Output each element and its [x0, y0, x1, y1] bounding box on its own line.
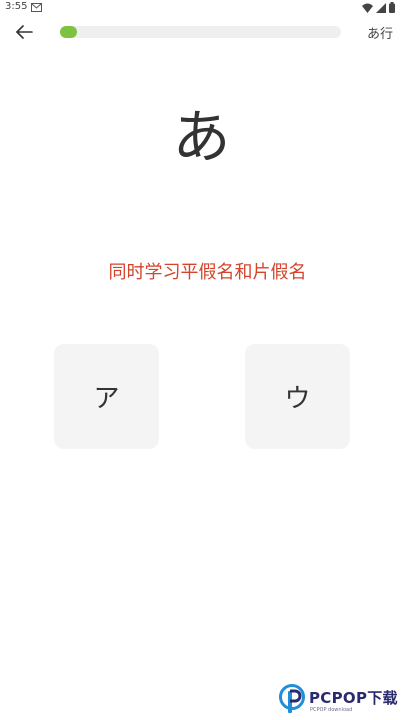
- app-screen: 3:55 あ行 あ 同时学习平假名和片假名 ア ウ PCPOP下载 PCPOP …: [0, 0, 403, 720]
- row-select-button[interactable]: あ行: [367, 23, 393, 42]
- answer-option-2[interactable]: ウ: [245, 344, 350, 449]
- pcpop-watermark: PCPOP下载 PCPOP download: [279, 683, 403, 720]
- status-icons: [362, 2, 395, 13]
- watermark-brand: PCPOP下载: [309, 689, 398, 707]
- wifi-icon: [362, 3, 373, 13]
- answer-option-1[interactable]: ア: [54, 344, 159, 449]
- status-bar: 3:55: [0, 0, 403, 16]
- pcpop-logo-icon: [279, 684, 305, 713]
- gmail-icon: [31, 3, 42, 12]
- signal-icon: [376, 2, 386, 13]
- back-button[interactable]: [12, 22, 36, 42]
- hint-text: 同时学习平假名和片假名: [108, 262, 307, 283]
- watermark-subtitle: PCPOP download: [310, 707, 353, 713]
- progress-bar: [60, 26, 341, 38]
- question-character: あ: [172, 103, 231, 171]
- arrow-left-icon: [16, 25, 33, 39]
- progress-fill: [60, 26, 77, 38]
- status-time: 3:55: [5, 1, 28, 12]
- top-bar: あ行: [0, 16, 403, 48]
- battery-icon: [389, 2, 395, 13]
